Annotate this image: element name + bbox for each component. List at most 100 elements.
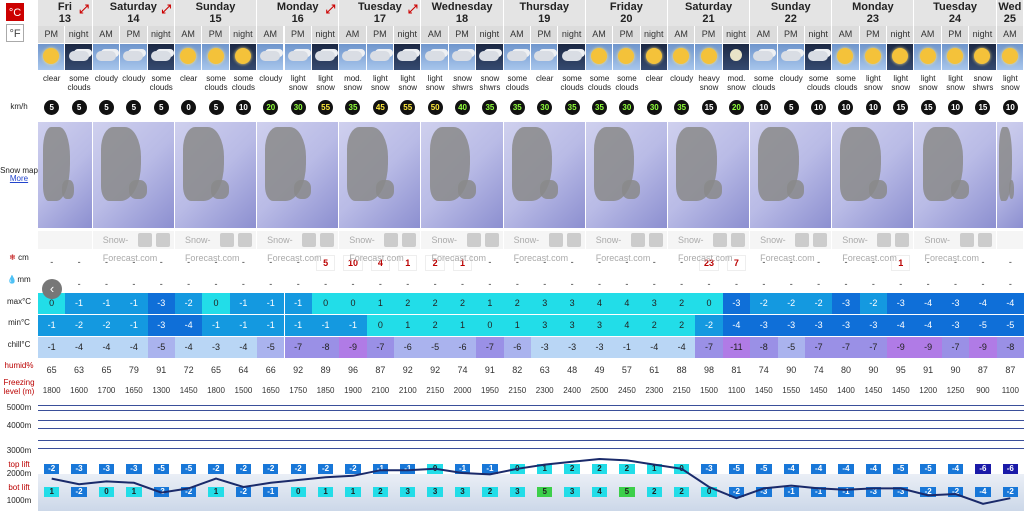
period-cell: PM — [448, 26, 477, 43]
day-header-1: Saturday 14 ⤢ — [92, 0, 175, 26]
fahrenheit-button[interactable]: °F — [6, 24, 24, 42]
bot-lift-cell: 3 — [427, 487, 443, 497]
humid-cell: 48 — [567, 365, 578, 375]
top-lift-label: top lift — [8, 460, 30, 469]
snow-map-5[interactable] — [421, 122, 504, 228]
map-zoom-icon[interactable] — [630, 233, 645, 247]
snow-map-1[interactable] — [92, 122, 175, 228]
expand-arrow-icon[interactable]: ⤢ — [161, 3, 171, 15]
period-cell: night — [558, 26, 586, 43]
cloud-icon — [260, 51, 281, 61]
map-zoom-icon[interactable] — [877, 233, 892, 247]
map-zoom-icon[interactable] — [466, 233, 481, 247]
map-animate-icon[interactable] — [648, 233, 663, 247]
map-zoom-icon[interactable] — [795, 233, 810, 247]
map-animate-icon[interactable] — [320, 233, 335, 247]
snow-cell: - — [1008, 257, 1012, 267]
wind-arrow-icon: 5 — [153, 100, 169, 115]
top-lift-cell: -2 — [345, 464, 361, 474]
snow-map-9[interactable] — [750, 122, 833, 228]
land-shape — [129, 180, 148, 200]
snow-map-2[interactable] — [174, 122, 258, 228]
max-temp-cell: -1 — [257, 293, 285, 314]
freezing-cell: 1250 — [946, 386, 965, 395]
weather-desc: light snow — [864, 74, 883, 92]
weather-desc: light snow — [288, 74, 308, 92]
expand-arrow-icon[interactable]: ⤢ — [408, 3, 418, 15]
map-animate-icon[interactable] — [977, 233, 992, 247]
snow-map-7[interactable] — [585, 122, 668, 228]
day-name: Tuesday — [933, 1, 977, 13]
wind-cell: 55 — [312, 97, 339, 119]
map-animate-icon[interactable] — [813, 233, 828, 247]
freezing-cell: 1800 — [42, 386, 61, 395]
humid-cell: 92 — [430, 365, 441, 375]
map-zoom-icon[interactable] — [137, 233, 152, 247]
weather-icon-cell — [613, 44, 641, 70]
snow-map-8[interactable] — [667, 122, 751, 228]
snow-cell: - — [50, 257, 54, 267]
sun-icon — [618, 48, 635, 64]
map-animate-icon[interactable] — [566, 233, 581, 247]
map-zoom-icon[interactable] — [713, 233, 728, 247]
forecast-grid: Fri 13 ⤢ Saturday 14 ⤢ Sunday 15 Monday 16 ⤢ Tuesda… — [38, 0, 1024, 511]
weather-desc: snow shwrs — [972, 74, 994, 92]
max-temp-cell: -3 — [147, 293, 175, 314]
chill-cell: -3 — [558, 337, 586, 358]
rain-cell: - — [844, 279, 848, 289]
chill-cell: -3 — [585, 337, 614, 358]
map-zoom-icon[interactable] — [302, 233, 317, 247]
min-temp-cell: -5 — [969, 315, 997, 336]
wind-arrow-icon: 15 — [701, 100, 717, 115]
snow-map-12[interactable] — [996, 122, 1024, 228]
day-header-3: Monday 16 ⤢ — [257, 0, 340, 26]
map-animate-icon[interactable] — [402, 233, 417, 247]
day-name: Thursday — [519, 1, 569, 13]
wind-cell: 10 — [805, 97, 832, 119]
wind-arrow-icon: 45 — [372, 100, 388, 115]
snow-map-11[interactable] — [914, 122, 997, 228]
day-header-10: Monday 23 — [832, 0, 915, 26]
bot-lift-cell: 5 — [619, 487, 635, 497]
chill-cell: -5 — [147, 337, 175, 358]
top-lift-cell: -5 — [756, 464, 772, 474]
map-animate-icon[interactable] — [238, 233, 253, 247]
min-temp-cell: -4 — [914, 315, 942, 336]
max-temp-cell: -3 — [941, 293, 970, 314]
snow-map-0[interactable] — [38, 122, 93, 228]
min-temp-cell: -1 — [284, 315, 312, 336]
map-animate-icon[interactable] — [484, 233, 499, 247]
map-animate-icon[interactable] — [895, 233, 910, 247]
cloud-icon — [315, 51, 336, 61]
land-shape — [704, 180, 723, 200]
max-temp-cell: -1 — [92, 293, 121, 314]
freezing-cell: 2450 — [617, 386, 636, 395]
map-animate-icon[interactable] — [155, 233, 170, 247]
map-zoom-icon[interactable] — [959, 233, 974, 247]
expand-arrow-icon[interactable]: ⤢ — [326, 3, 336, 15]
rain-cell: - — [981, 279, 985, 289]
snow-map-3[interactable] — [257, 122, 340, 228]
rain-cell: - — [817, 279, 821, 289]
snow-map-6[interactable] — [503, 122, 586, 228]
prev-arrow-button[interactable]: ‹ — [42, 279, 62, 299]
altitude-line — [38, 440, 1024, 441]
snow-map-10[interactable] — [832, 122, 915, 228]
weather-icon-cell — [229, 44, 258, 70]
map-zoom-icon[interactable] — [548, 233, 563, 247]
max-temp-cell: -2 — [859, 293, 888, 314]
min-temp-cell: -3 — [859, 315, 888, 336]
snow-map-4[interactable] — [339, 122, 422, 228]
celsius-button[interactable]: °C — [6, 3, 24, 21]
expand-arrow-icon[interactable]: ⤢ — [79, 3, 89, 15]
chill-cell: -7 — [941, 337, 970, 358]
min-temp-cell: -4 — [887, 315, 915, 336]
map-animate-icon[interactable] — [731, 233, 746, 247]
freezing-cell: 1300 — [152, 386, 171, 395]
map-zoom-icon[interactable] — [384, 233, 399, 247]
chill-cell: -1 — [38, 337, 66, 358]
map-zoom-icon[interactable] — [220, 233, 235, 247]
freezing-cell: 1550 — [782, 386, 801, 395]
snowmap-more-link[interactable]: More — [0, 174, 38, 183]
min-temp-cell: -4 — [174, 315, 203, 336]
